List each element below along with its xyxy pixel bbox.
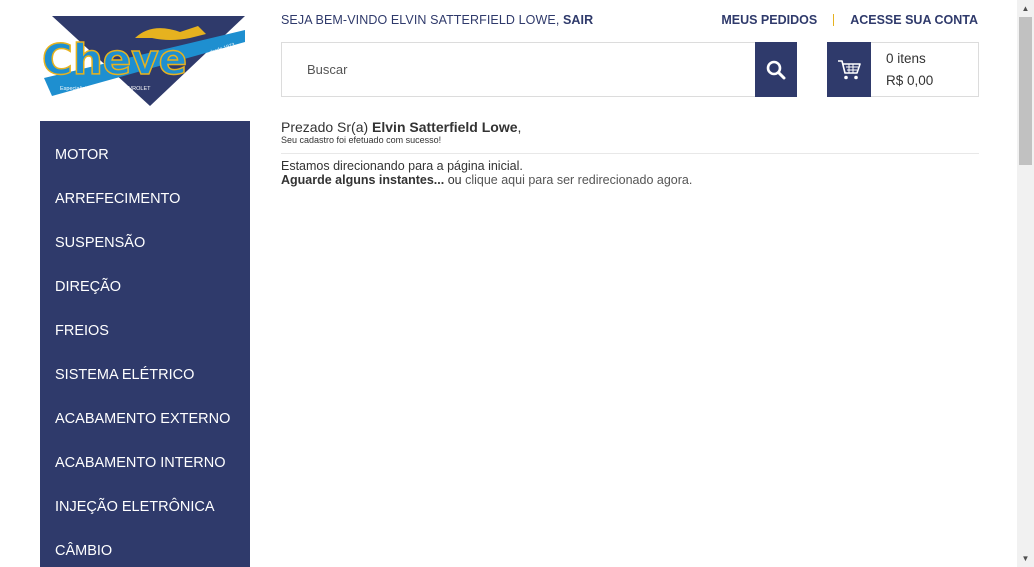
search-icon: [766, 60, 786, 79]
search-input[interactable]: [282, 43, 754, 96]
scroll-thumb[interactable]: [1019, 17, 1032, 165]
top-links-divider: [833, 14, 835, 26]
sidebar-item-freios[interactable]: FREIOS: [40, 309, 250, 353]
sidebar-item-acabamento-interno[interactable]: ACABAMENTO INTERNO: [40, 441, 250, 485]
logout-link[interactable]: SAIR: [563, 13, 593, 27]
sidebar-item-acabamento-externo[interactable]: ACABAMENTO EXTERNO: [40, 397, 250, 441]
greeting: Prezado Sr(a) Elvin Satterfield Lowe,: [281, 119, 979, 135]
category-sidebar: MOTOR ARREFECIMENTO SUSPENSÃO DIREÇÃO FR…: [40, 121, 250, 567]
greeting-prefix: Prezado Sr(a): [281, 119, 369, 135]
cart-icon-box[interactable]: [827, 42, 871, 97]
sidebar-item-suspensao[interactable]: SUSPENSÃO: [40, 221, 250, 265]
welcome-text: SEJA BEM-VINDO ELVIN SATTERFIELD LOWE,: [281, 13, 560, 27]
wait-message: Aguarde alguns instantes... ou clique aq…: [281, 173, 979, 187]
sidebar-item-arrefecimento[interactable]: ARREFECIMENTO: [40, 177, 250, 221]
main-content: Prezado Sr(a) Elvin Satterfield Lowe, Se…: [281, 117, 979, 187]
cart-icon: [838, 59, 861, 79]
scroll-down-arrow-icon[interactable]: ▼: [1017, 550, 1034, 567]
search-bar: [281, 42, 797, 97]
greeting-name: Elvin Satterfield Lowe: [372, 119, 518, 135]
brand-tagline: Especialista em Peças CHEVROLET: [60, 86, 151, 92]
brand-logo[interactable]: Cheve Especialista em Peças CHEVROLET de…: [40, 16, 250, 108]
scroll-up-arrow-icon[interactable]: ▲: [1017, 0, 1034, 17]
sidebar-item-sistema-eletrico[interactable]: SISTEMA ELÉTRICO: [40, 353, 250, 397]
page-scrollbar[interactable]: ▲ ▼: [1017, 0, 1034, 567]
sidebar-item-cambio[interactable]: CÂMBIO: [40, 529, 250, 567]
success-message: Seu cadastro foi efetuado com sucesso!: [281, 135, 442, 145]
cart-total: R$ 0,00: [886, 73, 934, 88]
redirect-message: Estamos direcionando para a página inici…: [281, 159, 523, 173]
wait-text: Aguarde alguns instantes...: [281, 173, 445, 187]
account-link[interactable]: ACESSE SUA CONTA: [850, 13, 978, 27]
search-button[interactable]: [755, 42, 797, 97]
redirect-link[interactable]: clique aqui para ser redirecionado agora…: [465, 173, 692, 187]
cart-count: 0 itens: [886, 51, 926, 66]
or-text: ou: [444, 173, 466, 187]
content-divider: [281, 153, 979, 154]
welcome-message: SEJA BEM-VINDO ELVIN SATTERFIELD LOWE, S…: [281, 13, 593, 27]
greeting-suffix: ,: [517, 119, 522, 135]
sidebar-item-injecao-eletronica[interactable]: INJEÇÃO ELETRÔNICA: [40, 485, 250, 529]
my-orders-link[interactable]: MEUS PEDIDOS: [721, 13, 817, 27]
sidebar-item-direcao[interactable]: DIREÇÃO: [40, 265, 250, 309]
sidebar-item-motor[interactable]: MOTOR: [40, 133, 250, 177]
top-links: MEUS PEDIDOS ACESSE SUA CONTA: [721, 13, 978, 27]
cart-widget[interactable]: 0 itens R$ 0,00: [827, 42, 979, 97]
svg-text:Cheve: Cheve: [42, 35, 187, 84]
